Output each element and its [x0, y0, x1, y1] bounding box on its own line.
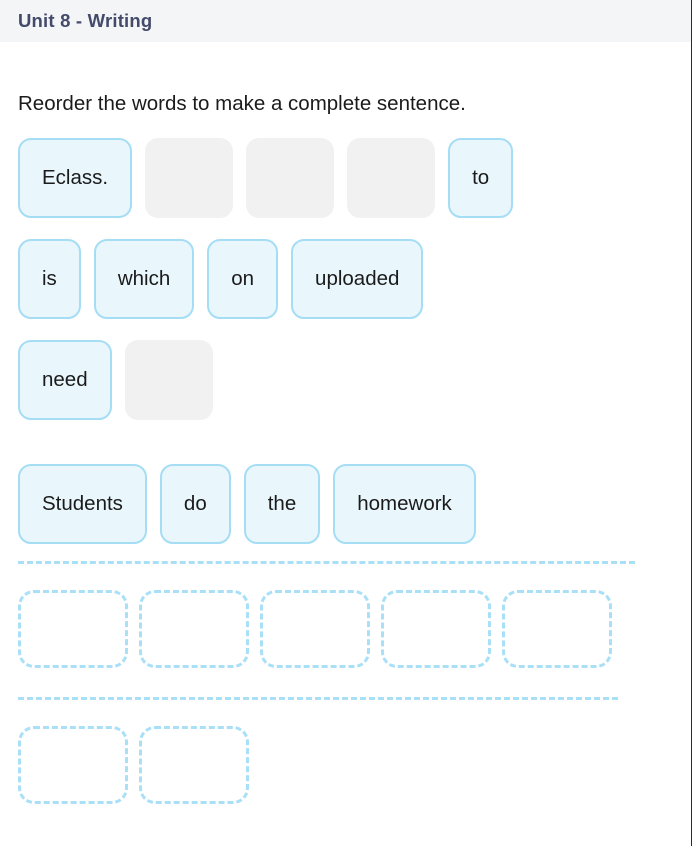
answer-slot-row — [18, 589, 673, 668]
word-tile[interactable]: which — [93, 238, 195, 319]
word-bank-row: Students do the homework — [18, 463, 673, 544]
page-title: Unit 8 - Writing — [18, 10, 153, 31]
answer-slot-row — [18, 725, 673, 804]
empty-slot-placeholder — [246, 137, 335, 218]
word-bank-row: Eclass. to — [18, 137, 673, 218]
word-tile[interactable]: the — [243, 463, 321, 544]
page-header: Unit 8 - Writing — [0, 0, 691, 42]
empty-slot-placeholder — [347, 137, 436, 218]
exercise-content: Reorder the words to make a complete sen… — [0, 92, 691, 804]
answer-drop-slot[interactable] — [18, 589, 128, 668]
answer-line-1 — [18, 560, 673, 668]
word-tile[interactable]: on — [207, 238, 279, 319]
word-tile[interactable]: homework — [333, 463, 476, 544]
word-tile[interactable]: Students — [18, 463, 147, 544]
word-bank-row: need — [18, 339, 673, 420]
empty-slot-placeholder — [124, 339, 213, 420]
answer-line-divider — [18, 560, 635, 564]
word-tile[interactable]: do — [159, 463, 231, 544]
answer-drop-slot[interactable] — [381, 589, 491, 668]
answer-line-2 — [18, 696, 673, 804]
answer-line-divider — [18, 696, 618, 700]
answer-drop-slot[interactable] — [139, 725, 249, 804]
exercise-page: Unit 8 - Writing Reorder the words to ma… — [0, 0, 692, 846]
answer-drop-slot[interactable] — [502, 589, 612, 668]
word-tile[interactable]: need — [18, 339, 112, 420]
answer-drop-slot[interactable] — [139, 589, 249, 668]
answer-drop-slot[interactable] — [18, 725, 128, 804]
word-tile[interactable]: to — [448, 137, 514, 218]
instruction-text: Reorder the words to make a complete sen… — [18, 92, 466, 115]
word-tile[interactable]: is — [18, 238, 81, 319]
word-bank-row: is which on uploaded — [18, 238, 673, 319]
word-tile[interactable]: Eclass. — [18, 137, 133, 218]
empty-slot-placeholder — [145, 137, 234, 218]
word-tile[interactable]: uploaded — [291, 238, 424, 319]
answer-drop-slot[interactable] — [260, 589, 370, 668]
word-bank: Eclass. to is which on uploaded need Stu… — [18, 137, 673, 544]
